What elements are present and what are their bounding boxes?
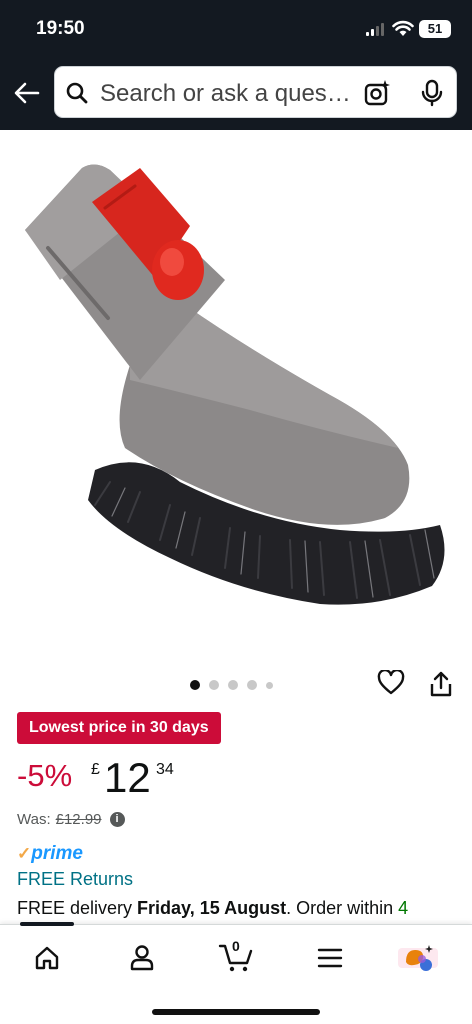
menu-icon	[317, 948, 343, 968]
prime-badge: ✓ prime	[17, 843, 83, 865]
search-icon	[66, 82, 88, 104]
delivery-date: Friday, 15 August	[137, 898, 287, 918]
nav-active-indicator	[20, 922, 74, 926]
carousel-dot[interactable]	[190, 680, 200, 690]
share-icon[interactable]	[428, 670, 454, 698]
delivery-prefix: FREE delivery	[17, 898, 138, 918]
was-price-row: Was: £12.99 i	[17, 811, 125, 828]
prime-check-icon: ✓	[17, 844, 32, 863]
delivery-countdown: 4	[398, 898, 409, 918]
free-returns-link[interactable]: FREE Returns	[17, 869, 133, 890]
price-whole: 12	[104, 754, 151, 801]
heart-icon[interactable]	[377, 670, 405, 696]
price-symbol: £	[91, 761, 100, 778]
mic-icon[interactable]	[419, 79, 445, 107]
camera-icon[interactable]	[364, 79, 392, 107]
delivery-info: FREE delivery Friday, 15 August. Order w…	[17, 898, 457, 919]
carousel-dots[interactable]	[190, 679, 273, 691]
signal-icon	[366, 23, 384, 36]
carousel-dot[interactable]	[228, 680, 238, 690]
home-icon	[35, 946, 59, 970]
status-bar: 19:50 51	[0, 0, 472, 58]
search-placeholder[interactable]: Search or ask a question	[100, 80, 355, 108]
carousel-dot[interactable]	[266, 681, 273, 689]
info-icon[interactable]: i	[109, 812, 125, 827]
nav-account[interactable]	[122, 941, 162, 975]
status-time: 19:50	[36, 18, 85, 39]
price-fraction: 34	[156, 761, 174, 778]
was-label: Was:	[17, 811, 51, 828]
account-icon	[130, 945, 154, 971]
battery-level: 51	[427, 21, 443, 36]
prime-label: prime	[31, 843, 83, 864]
was-price: £12.99	[55, 811, 102, 828]
nav-home[interactable]	[27, 941, 67, 975]
product-image[interactable]	[0, 130, 472, 665]
nav-menu[interactable]	[310, 941, 350, 975]
nav-cart[interactable]: 0	[216, 938, 256, 975]
lowest-price-badge: Lowest price in 30 days	[17, 712, 221, 744]
discount-percent: -5%	[17, 758, 73, 793]
carousel-dot[interactable]	[247, 680, 257, 690]
battery-icon: 51	[419, 20, 451, 38]
nav-rufus[interactable]	[398, 941, 438, 975]
delivery-suffix: . Order within	[286, 898, 399, 918]
search-header: Search or ask a question	[0, 58, 472, 130]
rufus-icon	[398, 945, 438, 971]
cart-count: 0	[232, 938, 240, 954]
bottom-nav: 0	[0, 922, 472, 1024]
wifi-icon	[392, 20, 414, 36]
back-arrow-icon[interactable]	[12, 78, 42, 108]
home-indicator[interactable]	[152, 1009, 320, 1015]
search-input[interactable]: Search or ask a question	[54, 66, 457, 118]
carousel-dot[interactable]	[209, 680, 219, 690]
